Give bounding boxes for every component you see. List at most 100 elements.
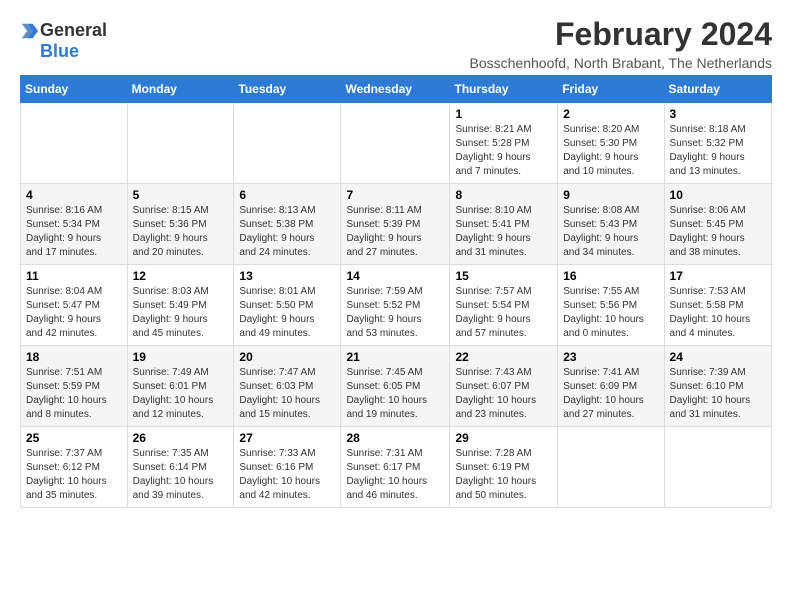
day-info: Sunrise: 7:28 AM Sunset: 6:19 PM Dayligh…	[455, 447, 552, 503]
calendar-cell: 28 Sunrise: 7:31 AM Sunset: 6:17 PM Dayli…	[341, 427, 450, 508]
calendar-cell	[341, 103, 450, 184]
day-number: 12	[133, 269, 229, 283]
calendar-cell: 21 Sunrise: 7:45 AM Sunset: 6:05 PM Dayli…	[341, 346, 450, 427]
day-number: 7	[346, 188, 444, 202]
day-info: Sunrise: 7:45 AM Sunset: 6:05 PM Dayligh…	[346, 366, 444, 422]
day-info: Sunrise: 7:51 AM Sunset: 5:59 PM Dayligh…	[26, 366, 122, 422]
calendar-cell: 29 Sunrise: 7:28 AM Sunset: 6:19 PM Dayli…	[450, 427, 558, 508]
day-info: Sunrise: 8:10 AM Sunset: 5:41 PM Dayligh…	[455, 204, 552, 260]
day-info: Sunrise: 7:59 AM Sunset: 5:52 PM Dayligh…	[346, 285, 444, 341]
day-number: 9	[563, 188, 658, 202]
day-number: 20	[239, 350, 335, 364]
title-area: February 2024 Bosschenhoofd, North Braba…	[470, 16, 772, 71]
day-number: 27	[239, 431, 335, 445]
logo-blue: Blue	[40, 41, 79, 62]
calendar-cell: 7Sunrise: 8:11 AM Sunset: 5:39 PM Daylig…	[341, 184, 450, 265]
day-info: Sunrise: 7:53 AM Sunset: 5:58 PM Dayligh…	[670, 285, 766, 341]
day-info: Sunrise: 7:35 AM Sunset: 6:14 PM Dayligh…	[133, 447, 229, 503]
logo-icon	[20, 22, 38, 40]
calendar-cell: 9 Sunrise: 8:08 AM Sunset: 5:43 PM Daylig…	[558, 184, 664, 265]
calendar-cell: 27 Sunrise: 7:33 AM Sunset: 6:16 PM Dayli…	[234, 427, 341, 508]
day-info: Sunrise: 7:47 AM Sunset: 6:03 PM Dayligh…	[239, 366, 335, 422]
day-number: 8	[455, 188, 552, 202]
week-row-2: 4 Sunrise: 8:16 AM Sunset: 5:34 PM Daylig…	[21, 184, 772, 265]
logo: General Blue	[20, 20, 107, 62]
calendar-cell: 16Sunrise: 7:55 AM Sunset: 5:56 PM Dayli…	[558, 265, 664, 346]
calendar-cell: 14 Sunrise: 7:59 AM Sunset: 5:52 PM Dayli…	[341, 265, 450, 346]
calendar-cell: 15 Sunrise: 7:57 AM Sunset: 5:54 PM Dayli…	[450, 265, 558, 346]
header-cell-monday: Monday	[127, 76, 234, 103]
day-info: Sunrise: 8:04 AM Sunset: 5:47 PM Dayligh…	[26, 285, 122, 341]
day-number: 25	[26, 431, 122, 445]
day-info: Sunrise: 8:20 AM Sunset: 5:30 PM Dayligh…	[563, 123, 658, 179]
day-info: Sunrise: 7:37 AM Sunset: 6:12 PM Dayligh…	[26, 447, 122, 503]
day-info: Sunrise: 7:39 AM Sunset: 6:10 PM Dayligh…	[670, 366, 766, 422]
calendar-cell: 5 Sunrise: 8:15 AM Sunset: 5:36 PM Daylig…	[127, 184, 234, 265]
day-info: Sunrise: 7:31 AM Sunset: 6:17 PM Dayligh…	[346, 447, 444, 503]
calendar-cell: 12 Sunrise: 8:03 AM Sunset: 5:49 PM Dayli…	[127, 265, 234, 346]
day-info: Sunrise: 7:49 AM Sunset: 6:01 PM Dayligh…	[133, 366, 229, 422]
day-number: 3	[670, 107, 766, 121]
header-row: SundayMondayTuesdayWednesdayThursdayFrid…	[21, 76, 772, 103]
day-number: 6	[239, 188, 335, 202]
day-number: 21	[346, 350, 444, 364]
calendar-cell: 17 Sunrise: 7:53 AM Sunset: 5:58 PM Dayli…	[664, 265, 771, 346]
day-number: 4	[26, 188, 122, 202]
calendar-cell: 18 Sunrise: 7:51 AM Sunset: 5:59 PM Dayli…	[21, 346, 128, 427]
day-number: 1	[455, 107, 552, 121]
day-info: Sunrise: 7:55 AM Sunset: 5:56 PM Dayligh…	[563, 285, 658, 341]
day-number: 17	[670, 269, 766, 283]
calendar-cell	[234, 103, 341, 184]
calendar-cell: 19 Sunrise: 7:49 AM Sunset: 6:01 PM Dayli…	[127, 346, 234, 427]
day-info: Sunrise: 8:18 AM Sunset: 5:32 PM Dayligh…	[670, 123, 766, 179]
day-number: 19	[133, 350, 229, 364]
day-number: 13	[239, 269, 335, 283]
day-info: Sunrise: 8:16 AM Sunset: 5:34 PM Dayligh…	[26, 204, 122, 260]
day-number: 29	[455, 431, 552, 445]
day-number: 24	[670, 350, 766, 364]
calendar-cell: 20 Sunrise: 7:47 AM Sunset: 6:03 PM Dayli…	[234, 346, 341, 427]
day-number: 18	[26, 350, 122, 364]
day-info: Sunrise: 8:15 AM Sunset: 5:36 PM Dayligh…	[133, 204, 229, 260]
day-info: Sunrise: 8:06 AM Sunset: 5:45 PM Dayligh…	[670, 204, 766, 260]
day-info: Sunrise: 8:03 AM Sunset: 5:49 PM Dayligh…	[133, 285, 229, 341]
day-number: 2	[563, 107, 658, 121]
calendar-cell	[664, 427, 771, 508]
day-number: 14	[346, 269, 444, 283]
day-info: Sunrise: 7:43 AM Sunset: 6:07 PM Dayligh…	[455, 366, 552, 422]
calendar-cell: 2 Sunrise: 8:20 AM Sunset: 5:30 PM Daylig…	[558, 103, 664, 184]
calendar-table: SundayMondayTuesdayWednesdayThursdayFrid…	[20, 75, 772, 508]
header-cell-thursday: Thursday	[450, 76, 558, 103]
day-info: Sunrise: 8:21 AM Sunset: 5:28 PM Dayligh…	[455, 123, 552, 179]
header: General Blue February 2024 Bosschenhoofd…	[20, 16, 772, 71]
calendar-cell: 10Sunrise: 8:06 AM Sunset: 5:45 PM Dayli…	[664, 184, 771, 265]
header-cell-sunday: Sunday	[21, 76, 128, 103]
calendar-cell: 3 Sunrise: 8:18 AM Sunset: 5:32 PM Daylig…	[664, 103, 771, 184]
day-number: 11	[26, 269, 122, 283]
calendar-cell: 4 Sunrise: 8:16 AM Sunset: 5:34 PM Daylig…	[21, 184, 128, 265]
day-info: Sunrise: 8:08 AM Sunset: 5:43 PM Dayligh…	[563, 204, 658, 260]
day-number: 5	[133, 188, 229, 202]
week-row-1: 1 Sunrise: 8:21 AM Sunset: 5:28 PM Daylig…	[21, 103, 772, 184]
logo-general: General	[40, 20, 107, 41]
calendar-cell: 25 Sunrise: 7:37 AM Sunset: 6:12 PM Dayli…	[21, 427, 128, 508]
subtitle: Bosschenhoofd, North Brabant, The Nether…	[470, 55, 772, 71]
week-row-3: 11 Sunrise: 8:04 AM Sunset: 5:47 PM Dayli…	[21, 265, 772, 346]
calendar-cell	[558, 427, 664, 508]
day-info: Sunrise: 7:33 AM Sunset: 6:16 PM Dayligh…	[239, 447, 335, 503]
week-row-5: 25 Sunrise: 7:37 AM Sunset: 6:12 PM Dayli…	[21, 427, 772, 508]
day-info: Sunrise: 7:57 AM Sunset: 5:54 PM Dayligh…	[455, 285, 552, 341]
day-number: 22	[455, 350, 552, 364]
header-cell-friday: Friday	[558, 76, 664, 103]
day-number: 15	[455, 269, 552, 283]
calendar-cell: 8 Sunrise: 8:10 AM Sunset: 5:41 PM Daylig…	[450, 184, 558, 265]
day-number: 28	[346, 431, 444, 445]
header-cell-saturday: Saturday	[664, 76, 771, 103]
calendar-cell: 24 Sunrise: 7:39 AM Sunset: 6:10 PM Dayli…	[664, 346, 771, 427]
day-info: Sunrise: 8:13 AM Sunset: 5:38 PM Dayligh…	[239, 204, 335, 260]
calendar-cell: 22 Sunrise: 7:43 AM Sunset: 6:07 PM Dayli…	[450, 346, 558, 427]
day-number: 26	[133, 431, 229, 445]
day-number: 23	[563, 350, 658, 364]
header-cell-tuesday: Tuesday	[234, 76, 341, 103]
calendar-cell: 6 Sunrise: 8:13 AM Sunset: 5:38 PM Daylig…	[234, 184, 341, 265]
